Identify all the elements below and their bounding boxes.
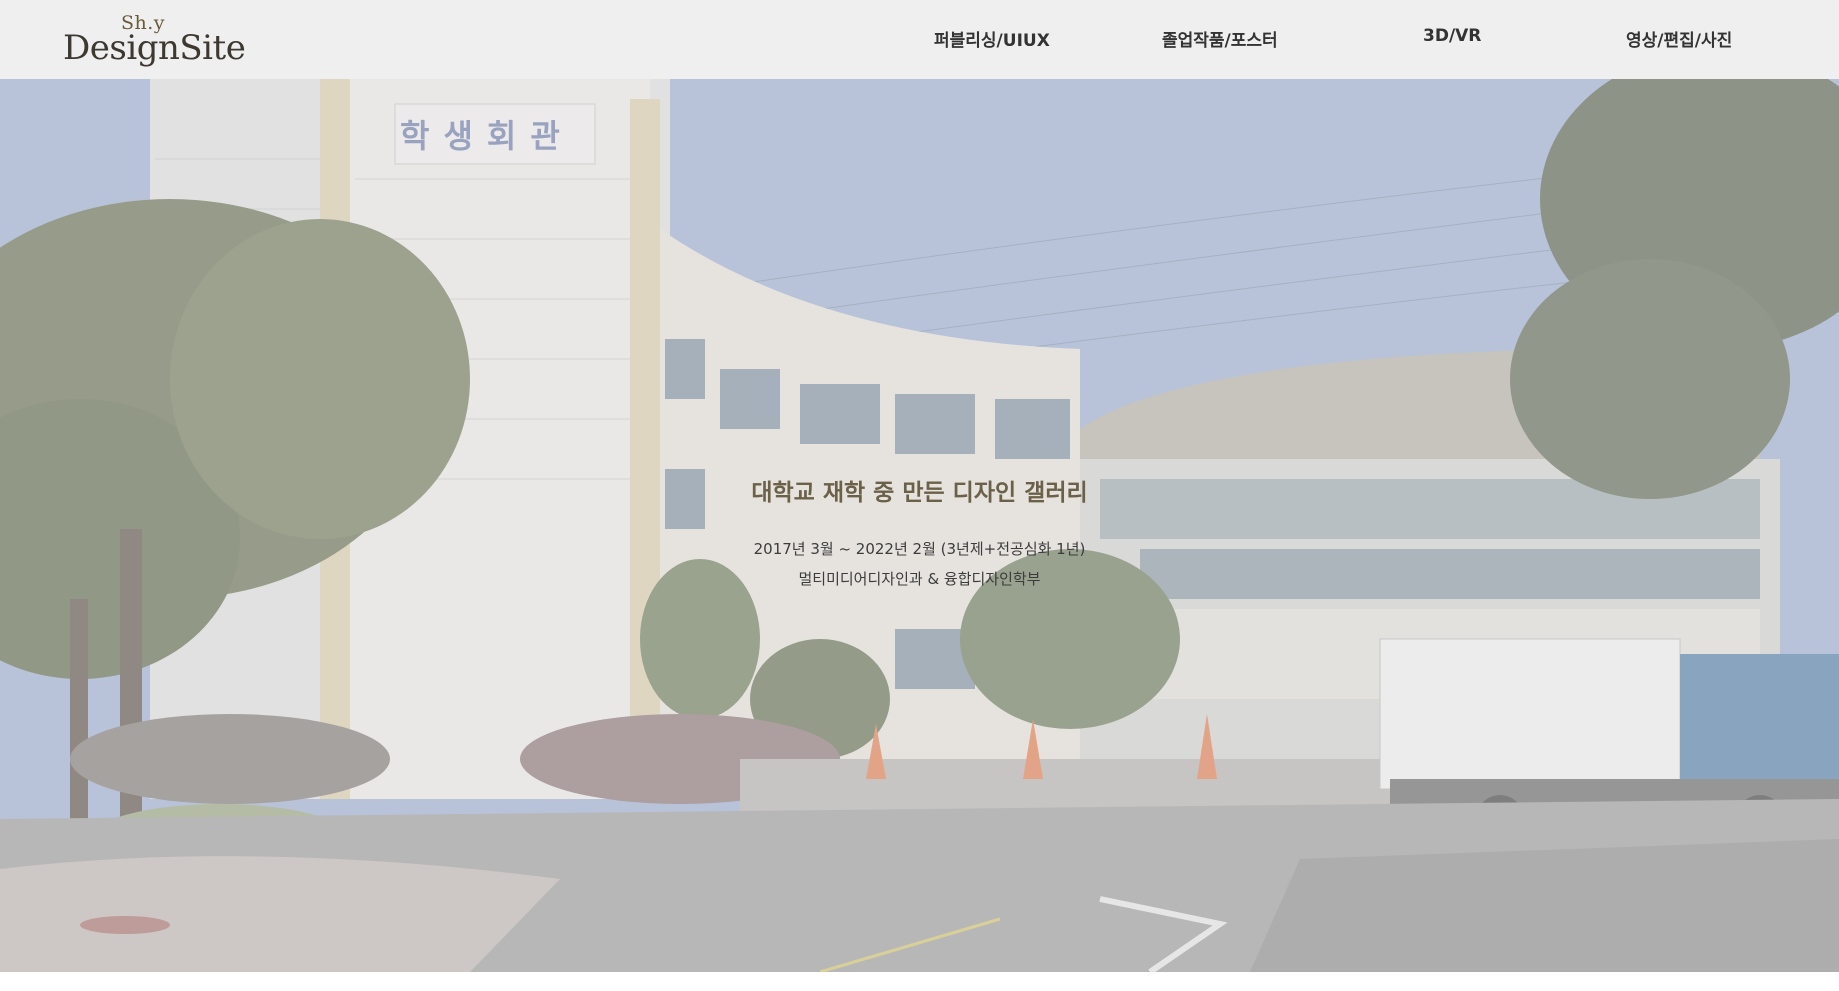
logo-main-text: DesignSite [63,28,246,68]
nav-item-video-edit-photo[interactable]: 영상/편집/사진 [1626,26,1732,51]
hero-department: 멀티미디어디자인과 & 융합디자인학부 [798,570,1041,588]
hero-period: 2017년 3월 ~ 2022년 2월 (3년제+전공심화 1년) [753,540,1086,558]
nav-item-publishing-uiux[interactable]: 퍼블리싱/UIUX [934,26,1050,51]
hero-banner: 학생회관 대학교 재학 중 만든 디자인 갤러리 2017년 3월 ~ 2022… [0,79,1839,972]
page-bottom-area [0,972,1839,991]
hero-title: 대학교 재학 중 만든 디자인 갤러리 [751,480,1088,506]
nav-item-3d-vr[interactable]: 3D/VR [1423,26,1481,46]
nav-item-graduation-poster[interactable]: 졸업작품/포스터 [1162,26,1278,51]
site-logo[interactable]: Sh.y DesignSite [63,12,246,74]
main-nav: 퍼블리싱/UIUX 졸업작품/포스터 3D/VR 영상/편집/사진 [909,0,1839,79]
site-header: Sh.y DesignSite 퍼블리싱/UIUX 졸업작품/포스터 3D/VR… [0,0,1839,79]
hero-overlay [0,79,1839,972]
